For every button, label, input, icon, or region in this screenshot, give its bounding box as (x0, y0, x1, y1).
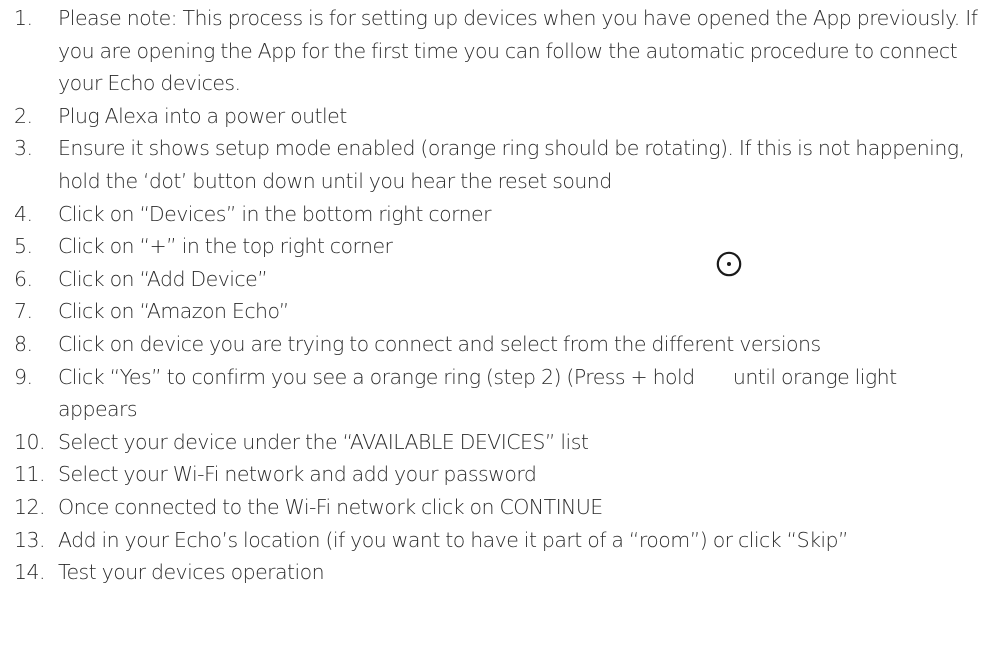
step-2: 2. Plug Alexa into a power outlet (0, 100, 1000, 133)
step-number: 11. (14, 462, 46, 487)
dot-button-icon (716, 251, 742, 277)
step-text: Click on “Devices” in the bottom right c… (58, 201, 492, 226)
step-10: 10. Select your device under the “AVAILA… (0, 426, 1000, 459)
setup-steps-list: 1. Please note: This process is for sett… (0, 0, 1000, 589)
step-6: 6. Click on “Add Device” (0, 263, 1000, 296)
step-text: Click on “Amazon Echo” (58, 299, 289, 324)
step-text: Click “Yes” to confirm you see a orange … (58, 364, 903, 422)
step-1: 1. Please note: This process is for sett… (0, 2, 1000, 100)
step-text: Please note: This process is for setting… (58, 6, 978, 96)
step-7: 7. Click on “Amazon Echo” (0, 295, 1000, 328)
step-text: Ensure it shows setup mode enabled (oran… (58, 136, 965, 193)
step-text: Click on device you are trying to connec… (58, 331, 821, 356)
step-number: 3. (14, 136, 33, 161)
step-number: 13. (14, 527, 46, 552)
step-text: Once connected to the Wi-Fi network clic… (58, 494, 603, 519)
step-8: 8. Click on device you are trying to con… (0, 328, 1000, 361)
step-number: 8. (14, 331, 33, 356)
step-14: 14. Test your devices operation (0, 556, 1000, 589)
step-3: 3. Ensure it shows setup mode enabled (o… (0, 132, 1000, 197)
step-number: 4. (14, 201, 33, 226)
step-9: 9. Click “Yes” to confirm you see a oran… (0, 361, 1000, 426)
step-text: Plug Alexa into a power outlet (58, 103, 347, 128)
step-text: Add in your Echo’s location (if you want… (58, 527, 849, 552)
step-number: 9. (14, 364, 33, 389)
step-text: Select your Wi-Fi network and add your p… (58, 462, 537, 487)
step-number: 6. (14, 266, 33, 291)
step-number: 5. (14, 234, 33, 259)
step-13: 13. Add in your Echo’s location (if you … (0, 524, 1000, 557)
step-number: 10. (14, 429, 46, 454)
step-number: 2. (14, 103, 33, 128)
step-number: 14. (14, 560, 46, 585)
step-number: 7. (14, 299, 33, 324)
step-12: 12. Once connected to the Wi-Fi network … (0, 491, 1000, 524)
step-4: 4. Click on “Devices” in the bottom righ… (0, 198, 1000, 231)
step-text: Select your device under the “AVAILABLE … (58, 429, 589, 454)
step-text: Click on “Add Device” (58, 266, 268, 291)
step-text: Test your devices operation (58, 560, 325, 585)
step-number: 12. (14, 494, 46, 519)
step-number: 1. (14, 6, 33, 30)
step-text: Click on “+” in the top right corner (58, 234, 393, 259)
step-5: 5. Click on “+” in the top right corner (0, 230, 1000, 263)
step-11: 11. Select your Wi-Fi network and add yo… (0, 458, 1000, 491)
